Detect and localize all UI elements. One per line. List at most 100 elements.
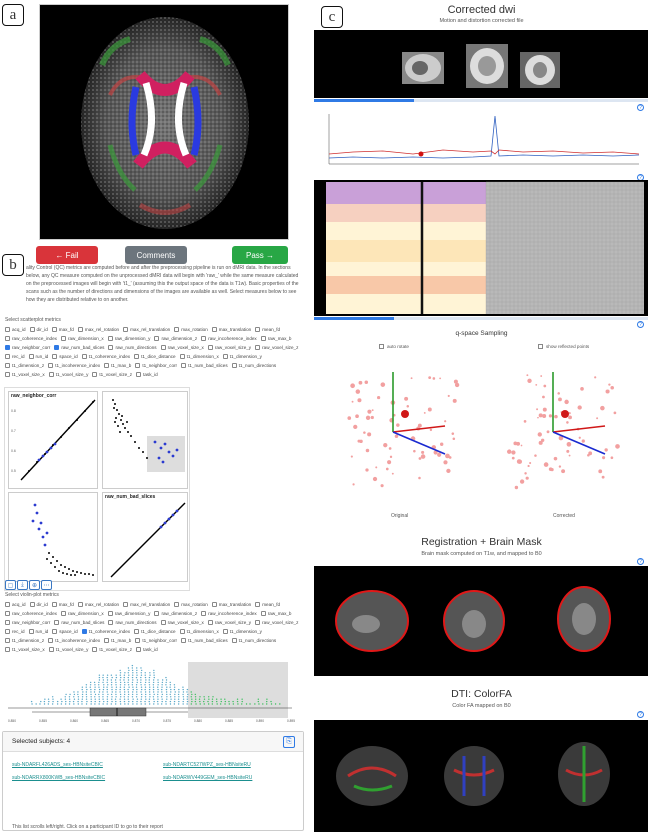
auto-rotate-toggle[interactable]: auto rotate (379, 344, 409, 349)
show-reflected-toggle[interactable]: show reflected points (538, 344, 589, 349)
metric-checkbox[interactable] (5, 335, 10, 341)
metric-option[interactable]: raw_voxel_size_x (160, 343, 204, 351)
metric-option[interactable]: acq_id (5, 325, 26, 333)
show-reflected-checkbox[interactable] (538, 344, 543, 349)
metric-option[interactable]: t1_num_bad_slices (181, 636, 228, 644)
metric-checkbox[interactable] (48, 371, 54, 377)
metric-checkbox[interactable] (5, 628, 10, 634)
metric-checkbox[interactable] (222, 628, 228, 634)
metric-checkbox[interactable] (77, 326, 83, 332)
metric-checkbox[interactable] (211, 601, 217, 607)
metric-option[interactable]: raw_voxel_size_y (207, 618, 251, 626)
metric-option[interactable]: raw_voxel_size_z (255, 343, 298, 351)
metric-checkbox[interactable] (54, 619, 60, 625)
metric-checkbox[interactable] (211, 326, 217, 332)
metric-option[interactable]: t1_neighbor_corr (135, 636, 177, 644)
metric-checkbox[interactable] (207, 344, 213, 350)
metric-option[interactable]: raw_coherence_index (5, 609, 57, 617)
metric-option[interactable]: t1_dimension_x (179, 352, 219, 360)
metric-option[interactable]: t1_voxel_size_x (5, 370, 45, 378)
carpet-slider[interactable] (314, 317, 648, 320)
metric-option[interactable]: t1_neighbor_corr (135, 361, 177, 369)
metric-option[interactable]: t1_dimension_y (222, 627, 262, 635)
metric-option[interactable]: t1_dice_distance (134, 627, 176, 635)
metric-option[interactable]: t1_coherence_index (81, 352, 130, 360)
metric-checkbox[interactable] (5, 362, 10, 368)
metric-checkbox[interactable] (255, 601, 261, 607)
metric-option[interactable]: raw_num_directions (108, 343, 157, 351)
metric-option[interactable]: t1_dimension_y (222, 352, 262, 360)
metric-checkbox[interactable] (179, 628, 185, 634)
metric-checkbox[interactable] (260, 610, 266, 616)
metric-checkbox[interactable] (51, 326, 57, 332)
metric-option[interactable]: raw_voxel_size_x (160, 618, 204, 626)
metric-checkbox[interactable] (28, 628, 34, 634)
zoom-icon[interactable]: ⊕ (29, 580, 40, 590)
metric-option[interactable]: raw_max_b (260, 609, 291, 617)
metric-option[interactable]: raw_max_b (260, 334, 291, 342)
metric-option[interactable]: max_translation (211, 325, 251, 333)
metric-option[interactable]: t1_dimension_x (179, 627, 219, 635)
auto-rotate-checkbox[interactable] (379, 344, 384, 349)
metric-checkbox[interactable] (160, 619, 166, 625)
metric-option[interactable]: t1_dimension_z (5, 636, 44, 644)
metric-option[interactable]: max_rel_translation (123, 325, 170, 333)
metric-checkbox[interactable] (5, 371, 10, 377)
metric-checkbox[interactable] (107, 335, 113, 341)
metric-option[interactable]: t1_num_directions (231, 361, 276, 369)
metric-checkbox[interactable] (5, 610, 10, 616)
metric-checkbox[interactable] (255, 326, 261, 332)
metric-option[interactable]: space_id (52, 352, 78, 360)
metric-option[interactable]: t1_dimension_z (5, 361, 44, 369)
metric-checkbox[interactable] (5, 619, 10, 625)
metric-checkbox[interactable] (154, 335, 160, 341)
metric-checkbox[interactable] (5, 344, 10, 350)
metric-checkbox[interactable] (104, 637, 110, 643)
metric-option[interactable]: t1_voxel_size_z (92, 645, 132, 653)
metric-option[interactable]: task_id (136, 370, 158, 378)
metric-option[interactable]: t1_incoherence_index (48, 361, 100, 369)
metric-option[interactable]: max_translation (211, 600, 251, 608)
metric-checkbox[interactable] (81, 628, 87, 634)
subject-link[interactable]: sub-NDARRX800KWB_ses-HBNsiteCBIC (12, 775, 105, 781)
metric-option[interactable]: space_id (52, 627, 78, 635)
metric-option[interactable]: max_rel_translation (123, 600, 170, 608)
metric-option[interactable]: task_id (136, 645, 158, 653)
metric-option[interactable]: raw_dimension_y (107, 334, 150, 342)
metric-option[interactable]: t1_voxel_size_z (92, 370, 132, 378)
metric-checkbox[interactable] (29, 601, 35, 607)
select-tool-icon[interactable]: ▢ (5, 580, 16, 590)
metric-option[interactable]: acq_id (5, 600, 26, 608)
metric-checkbox[interactable] (135, 362, 141, 368)
metric-option[interactable]: t1_coherence_index (81, 627, 130, 635)
metric-checkbox[interactable] (5, 326, 10, 332)
metric-checkbox[interactable] (231, 637, 237, 643)
more-icon[interactable]: ⋯ (41, 580, 52, 590)
metric-checkbox[interactable] (255, 344, 261, 350)
subject-link[interactable]: sub-NDARWV449GEM_ses-HBNsiteRU (163, 775, 252, 781)
metric-checkbox[interactable] (154, 610, 160, 616)
metric-checkbox[interactable] (52, 628, 58, 634)
metric-option[interactable]: dir_id (29, 325, 48, 333)
metric-checkbox[interactable] (160, 344, 166, 350)
metric-option[interactable]: dir_id (29, 600, 48, 608)
metric-checkbox[interactable] (77, 601, 83, 607)
metric-option[interactable]: max_rel_rotation (77, 600, 119, 608)
help-icon[interactable]: ? (637, 321, 644, 328)
metric-checkbox[interactable] (255, 619, 261, 625)
metric-checkbox[interactable] (123, 326, 129, 332)
metric-checkbox[interactable] (181, 637, 187, 643)
metric-option[interactable]: t1_num_bad_slices (181, 361, 228, 369)
metric-option[interactable]: t1_incoherence_index (48, 636, 100, 644)
metric-option[interactable]: t1_num_directions (231, 636, 276, 644)
metric-checkbox[interactable] (123, 601, 129, 607)
metric-checkbox[interactable] (54, 344, 60, 350)
metric-option[interactable]: raw_dimension_x (60, 334, 104, 342)
metric-checkbox[interactable] (29, 326, 35, 332)
metric-checkbox[interactable] (81, 353, 87, 359)
metric-checkbox[interactable] (48, 646, 54, 652)
metric-option[interactable]: run_id (28, 627, 48, 635)
metric-option[interactable]: rec_id (5, 352, 25, 360)
metric-option[interactable]: raw_neighbor_corr (5, 343, 50, 351)
metric-option[interactable]: t1_voxel_size_y (48, 370, 88, 378)
